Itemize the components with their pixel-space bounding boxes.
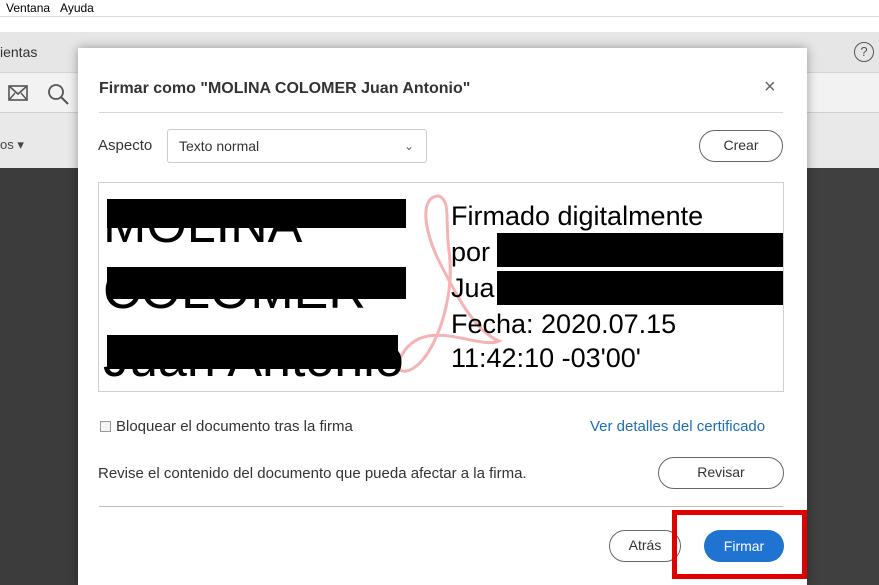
signature-detail-line-4: Fecha: 2020.07.15 (451, 309, 677, 339)
close-icon[interactable]: × (764, 77, 776, 97)
lock-document-label: Bloquear el documento tras la firma (116, 418, 353, 435)
signature-detail-line-3: Jua (451, 273, 495, 303)
menu-ventana[interactable]: Ventana (6, 1, 50, 15)
help-icon[interactable]: ? (854, 42, 874, 62)
tab-herramientas[interactable]: ientas (0, 44, 37, 60)
redaction-bar (107, 199, 406, 228)
menu-bar: Ventana Ayuda (0, 0, 879, 17)
signature-detail-line-2: por (451, 237, 491, 267)
highlight-box (672, 510, 807, 579)
back-button[interactable]: Atrás (609, 530, 681, 562)
lock-document-option[interactable]: Bloquear el documento tras la firma (100, 418, 353, 435)
review-button[interactable]: Revisar (658, 457, 784, 489)
lock-document-checkbox[interactable] (100, 421, 111, 432)
redaction-bar (497, 233, 783, 267)
chevron-down-icon: ⌄ (403, 139, 414, 153)
review-message: Revise el contenido del documento que pu… (98, 465, 527, 482)
redaction-bar (107, 335, 398, 369)
tools-dropdown[interactable]: os ▾ (0, 137, 24, 153)
sign-dialog: Firmar como "MOLINA COLOMER Juan Antonio… (78, 48, 807, 585)
aspect-label: Aspecto (98, 137, 153, 154)
aspect-value: Texto normal (179, 138, 260, 154)
left-panel (0, 168, 78, 585)
signature-detail-line-5: 11:42:10 -03'00' (451, 343, 641, 373)
search-icon[interactable] (47, 83, 69, 105)
divider (99, 112, 783, 113)
mail-icon[interactable] (8, 85, 28, 101)
dialog-title: Firmar como "MOLINA COLOMER Juan Antonio… (99, 80, 471, 97)
aspect-select[interactable]: Texto normal ⌄ (167, 129, 427, 163)
redaction-bar (497, 271, 783, 305)
divider (99, 506, 783, 507)
signature-preview: MOLINA COLOMER Juan Antonio Firmado digi… (98, 182, 784, 392)
signature-detail-line-1: Firmado digitalmente (451, 201, 704, 231)
menu-ayuda[interactable]: Ayuda (60, 1, 94, 15)
certificate-details-link[interactable]: Ver detalles del certificado (590, 418, 765, 435)
redaction-bar (107, 267, 406, 299)
create-button[interactable]: Crear (699, 130, 783, 162)
